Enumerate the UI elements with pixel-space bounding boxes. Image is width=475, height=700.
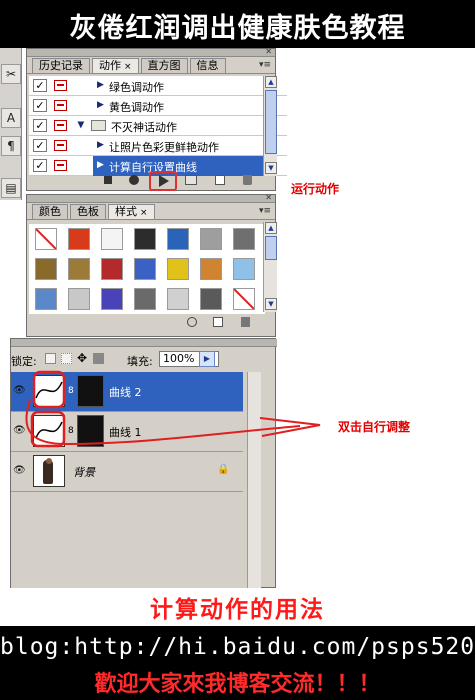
blog-banner: blog:http://hi.baidu.com/psps520 歡迎大家來我博…: [0, 626, 475, 700]
annotation-curve: [25, 399, 301, 446]
highlight-circle-1: [32, 370, 66, 409]
welcome-text: 歡迎大家來我博客交流！！！: [94, 671, 381, 697]
usage-title: 计算动作的用法: [150, 597, 325, 623]
blog-url[interactable]: blog:http://hi.baidu.com/psps520: [0, 634, 475, 660]
double-click-annotation: 双击自行调整: [338, 420, 411, 434]
highlight-circle-2: [30, 410, 66, 448]
